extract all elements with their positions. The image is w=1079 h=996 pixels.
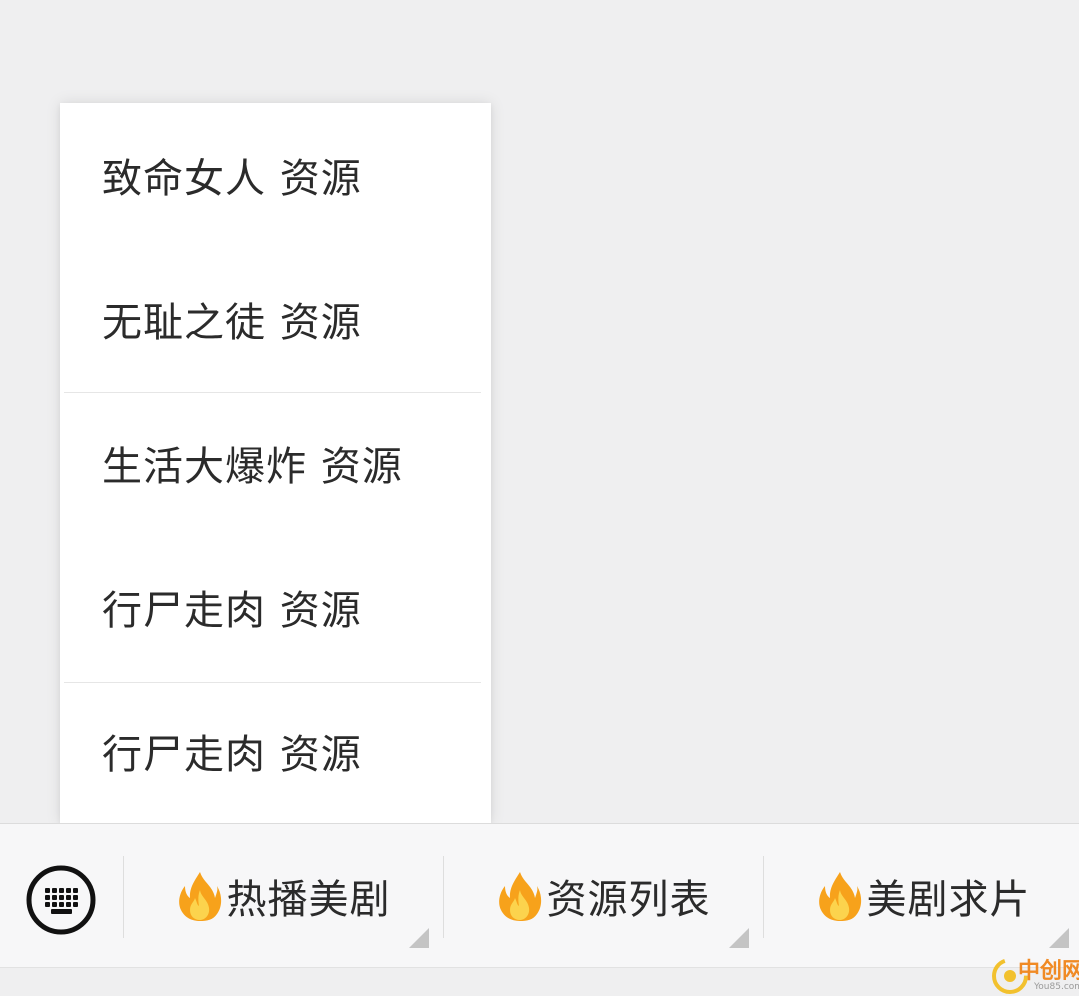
keyboard-toggle-button[interactable] <box>25 864 97 936</box>
menu-item-walking-dead[interactable]: 行尸走肉 资源 <box>60 535 491 679</box>
menu-item-label: 致命女人 资源 <box>102 156 362 202</box>
fire-icon <box>818 872 861 921</box>
bottom-strip <box>0 967 1079 996</box>
menu-tab-resource-list[interactable]: 资源列表 <box>444 824 763 968</box>
fire-icon <box>498 872 541 921</box>
menu-tab-show-request[interactable]: 美剧求片 <box>764 824 1079 968</box>
popup-submenu: 致命女人 资源 无耻之徒 资源 生活大爆炸 资源 行尸走肉 资源 行尸走肉 资源 <box>60 103 491 823</box>
keyboard-icon <box>26 865 96 935</box>
menu-tab-label: 热播美剧 <box>226 877 391 923</box>
menu-item-label: 生活大爆炸 资源 <box>102 444 403 490</box>
menu-tab-label: 资源列表 <box>546 877 711 923</box>
bottom-menu-bar: 热播美剧 资源列表 美剧求片 <box>0 823 1079 968</box>
menu-item-label: 行尸走肉 资源 <box>102 732 362 778</box>
watermark: 中创网 You85.com <box>990 952 1079 996</box>
fire-icon <box>178 872 221 921</box>
watermark-subtext: You85.com <box>1034 982 1079 992</box>
watermark-text: 中创网 <box>1018 959 1079 984</box>
menu-item-desperate-housewives[interactable]: 致命女人 资源 <box>60 103 491 247</box>
menu-tab-hot-shows[interactable]: 热播美剧 <box>124 824 443 968</box>
submenu-indicator <box>409 928 429 948</box>
menu-item-shameless[interactable]: 无耻之徒 资源 <box>60 247 491 391</box>
menu-item-walking-dead-2[interactable]: 行尸走肉 资源 <box>60 679 491 823</box>
submenu-indicator <box>1049 928 1069 948</box>
menu-item-big-bang-theory[interactable]: 生活大爆炸 资源 <box>60 391 491 535</box>
submenu-indicator <box>729 928 749 948</box>
menu-item-label: 无耻之徒 资源 <box>102 300 362 346</box>
menu-tab-label: 美剧求片 <box>866 877 1031 923</box>
menu-item-label: 行尸走肉 资源 <box>102 588 362 634</box>
